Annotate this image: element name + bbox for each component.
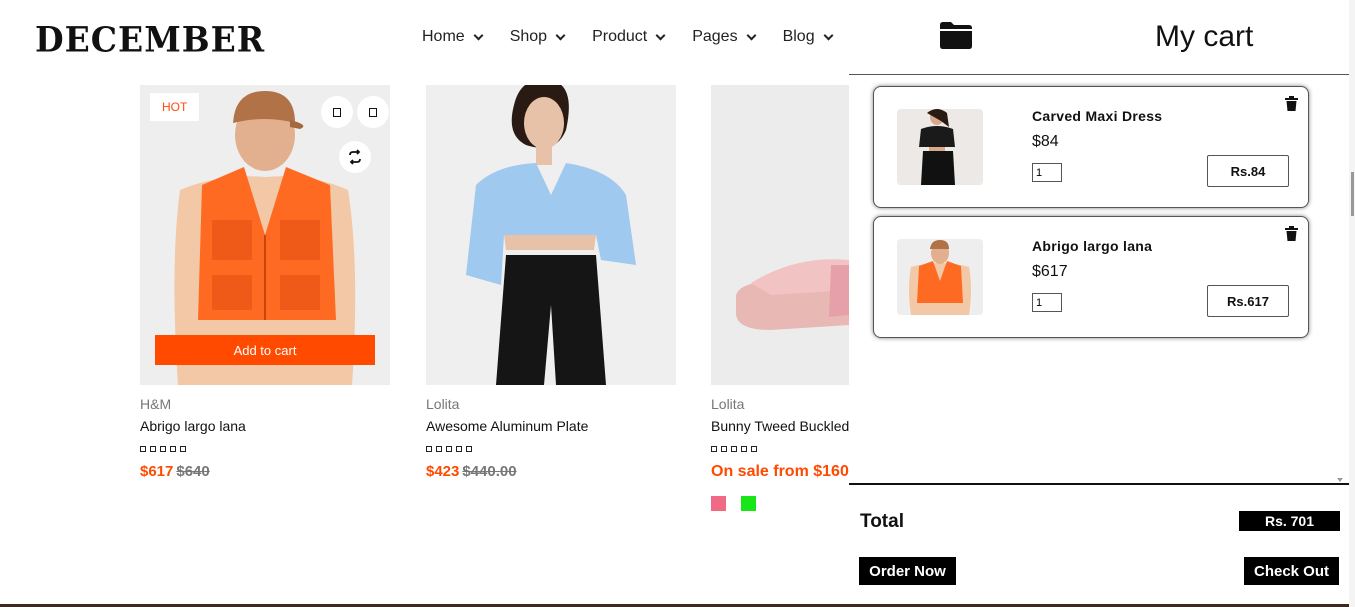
nav-shop[interactable]: Shop <box>509 28 566 46</box>
quantity-input[interactable] <box>1032 163 1062 182</box>
rating-stars <box>140 446 390 452</box>
cart-footer: Total Rs. 701 Order Now Check Out <box>849 483 1349 607</box>
page-scrollbar[interactable] <box>1349 0 1355 607</box>
product-brand[interactable]: Lolita <box>711 396 849 412</box>
nav-home-label: Home <box>422 28 465 45</box>
star-icon <box>170 446 176 452</box>
star-icon <box>731 446 737 452</box>
product-image[interactable] <box>426 85 676 385</box>
order-now-button[interactable]: Order Now <box>859 557 956 585</box>
nav-product[interactable]: Product <box>592 28 666 46</box>
cart-title: My cart <box>1155 20 1254 53</box>
cart-scrollbar[interactable] <box>1334 78 1348 484</box>
nav-shop-label: Shop <box>509 28 548 45</box>
star-icon <box>446 446 452 452</box>
cart-item-price: $617 <box>1032 263 1068 280</box>
swatch-pink[interactable] <box>711 496 726 511</box>
logo[interactable]: DECEMBER <box>35 19 265 60</box>
chevron-down-icon <box>555 30 566 40</box>
rating-stars <box>711 446 849 452</box>
product-price: On sale from $160 <box>711 463 849 480</box>
scroll-down-icon[interactable] <box>1337 478 1343 482</box>
star-icon <box>426 446 432 452</box>
chevron-down-icon <box>655 30 666 40</box>
add-to-cart-button[interactable]: Add to cart <box>155 335 375 365</box>
nav-blog[interactable]: Blog <box>782 28 834 46</box>
star-icon <box>150 446 156 452</box>
cart-item-image <box>897 109 983 185</box>
star-icon <box>751 446 757 452</box>
item-subtotal-button[interactable]: Rs.84 <box>1207 155 1289 187</box>
old-price: $440.00 <box>462 463 517 480</box>
product-card[interactable]: HOT Add to cart H&M Abrigo largo lana $6… <box>140 85 390 480</box>
sale-price: $617 <box>140 463 174 480</box>
product-price: $617 $640 <box>140 463 390 480</box>
color-swatches <box>711 496 849 511</box>
star-icon <box>436 446 442 452</box>
nav-product-label: Product <box>592 28 648 45</box>
trash-icon[interactable] <box>1285 226 1298 241</box>
folder-icon[interactable] <box>940 22 972 49</box>
cart-header: My cart <box>849 0 1349 75</box>
nav-blog-label: Blog <box>782 28 815 45</box>
quick-view-button[interactable] <box>357 96 389 128</box>
cart-item-price: $84 <box>1032 133 1059 150</box>
vest-thumbnail <box>897 239 983 315</box>
quantity-input[interactable] <box>1032 293 1062 312</box>
product-card[interactable]: Lolita Bunny Tweed Buckled On sale from … <box>711 85 849 511</box>
product-photo-slipper <box>711 85 849 385</box>
star-icon <box>160 446 166 452</box>
cart-item-image <box>897 239 983 315</box>
product-image[interactable]: HOT Add to cart <box>140 85 390 385</box>
nav-home[interactable]: Home <box>422 28 484 46</box>
nav-pages-label: Pages <box>692 28 738 45</box>
star-icon <box>721 446 727 452</box>
swatch-green[interactable] <box>741 496 756 511</box>
hot-badge: HOT <box>150 93 200 121</box>
star-icon <box>711 446 717 452</box>
rating-stars <box>426 446 676 452</box>
total-value: Rs. 701 <box>1239 511 1340 531</box>
product-name[interactable]: Bunny Tweed Buckled <box>711 418 849 434</box>
product-name[interactable]: Awesome Aluminum Plate <box>426 418 676 434</box>
wishlist-button[interactable] <box>321 96 353 128</box>
total-label: Total <box>860 511 904 532</box>
chevron-down-icon <box>746 30 757 40</box>
star-icon <box>741 446 747 452</box>
nav-pages[interactable]: Pages <box>692 28 757 46</box>
product-brand[interactable]: H&M <box>140 396 390 412</box>
check-out-button[interactable]: Check Out <box>1244 557 1339 585</box>
dress-thumbnail <box>897 109 983 185</box>
star-icon <box>466 446 472 452</box>
cart-panel: My cart Carved Maxi Dress $84 Rs.84 <box>849 0 1349 607</box>
product-photo-sweater <box>426 85 676 385</box>
compare-button[interactable] <box>339 141 371 173</box>
cart-item-name: Abrigo largo lana <box>1032 238 1153 254</box>
product-card[interactable]: Lolita Awesome Aluminum Plate $423 $440.0… <box>426 85 676 480</box>
chevron-down-icon <box>473 30 484 40</box>
cart-item: Carved Maxi Dress $84 Rs.84 <box>873 86 1309 208</box>
trash-icon[interactable] <box>1285 96 1298 111</box>
page-scroll-thumb[interactable] <box>1351 172 1354 216</box>
star-icon <box>140 446 146 452</box>
product-name[interactable]: Abrigo largo lana <box>140 418 390 434</box>
item-subtotal-button[interactable]: Rs.617 <box>1207 285 1289 317</box>
cart-item-name: Carved Maxi Dress <box>1032 108 1163 124</box>
main-nav: Home Shop Product Pages Blog <box>422 28 834 46</box>
cart-item: Abrigo largo lana $617 Rs.617 <box>873 216 1309 338</box>
product-brand[interactable]: Lolita <box>426 396 676 412</box>
wishlist-icon <box>333 107 341 117</box>
star-icon <box>180 446 186 452</box>
quick-view-icon <box>369 107 377 117</box>
sale-price: $423 <box>426 463 460 480</box>
chevron-down-icon <box>823 30 834 40</box>
compare-icon <box>349 149 361 165</box>
star-icon <box>456 446 462 452</box>
product-price: $423 $440.00 <box>426 463 676 480</box>
product-image[interactable] <box>711 85 849 385</box>
old-price: $640 <box>176 463 210 480</box>
